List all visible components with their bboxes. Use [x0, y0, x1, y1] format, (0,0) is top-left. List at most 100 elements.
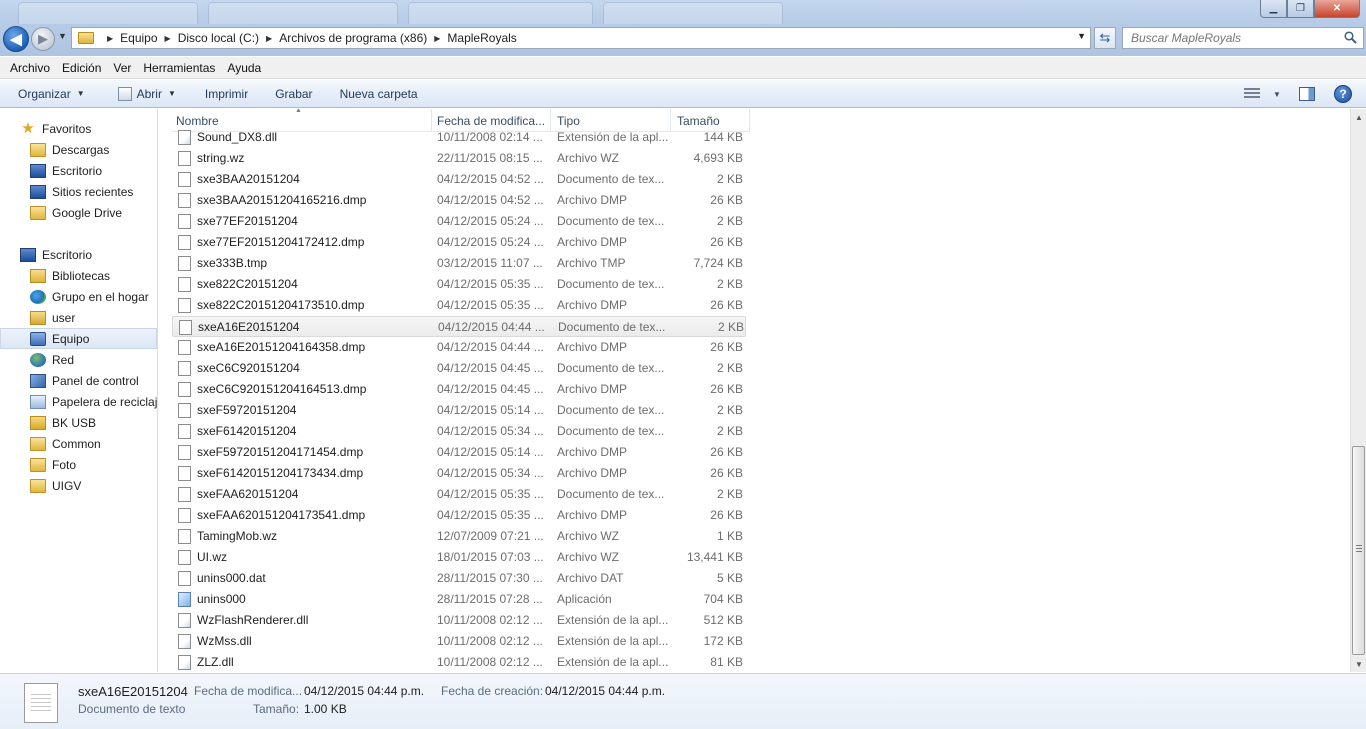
change-view-button[interactable]: ▼: [1244, 84, 1281, 104]
nav-item-common[interactable]: Common: [0, 433, 157, 454]
vertical-scrollbar[interactable]: ▲ ▼: [1350, 109, 1366, 672]
file-row[interactable]: sxe77EF20151204172412.dmp 04/12/2015 05:2…: [172, 232, 746, 253]
minimize-button[interactable]: ▁: [1260, 0, 1287, 18]
file-row[interactable]: Sound_DX8.dll 10/11/2008 02:14 ... Extensi…: [172, 127, 746, 148]
breadcrumb-disco-local[interactable]: Disco local (C:): [178, 31, 259, 45]
address-history-dropdown[interactable]: ▼: [1077, 31, 1086, 41]
file-row[interactable]: WzMss.dll 10/11/2008 02:12 ... Extensión d…: [172, 631, 746, 652]
nav-item-papelera[interactable]: Papelera de reciclaje: [0, 391, 157, 412]
forward-button[interactable]: ▶: [31, 27, 55, 51]
back-button[interactable]: ◀: [3, 26, 29, 52]
scroll-thumb[interactable]: [1352, 446, 1365, 655]
file-row[interactable]: string.wz 22/11/2015 08:15 ... Archivo WZ 4…: [172, 148, 746, 169]
details-created-value: 04/12/2015 04:44 p.m.: [545, 684, 666, 698]
nav-item-red[interactable]: Red: [0, 349, 157, 370]
column-header-size[interactable]: Tamaño: [677, 114, 720, 128]
nav-item-escritorio-fav[interactable]: Escritorio: [0, 160, 157, 181]
open-button[interactable]: Abrir ▼: [94, 80, 185, 107]
file-name: sxeF59720151204: [197, 403, 297, 417]
recent-pages-button[interactable]: ▼: [58, 31, 67, 41]
maximize-button[interactable]: ❐: [1287, 0, 1314, 18]
breadcrumb-separator-icon[interactable]: ▶: [165, 34, 171, 43]
file-row[interactable]: WzFlashRenderer.dll 10/11/2008 02:12 ... E…: [172, 610, 746, 631]
scroll-up-button[interactable]: ▲: [1351, 109, 1366, 125]
file-row[interactable]: sxeFAA620151204 04/12/2015 05:35 ... Docum…: [172, 484, 746, 505]
file-row[interactable]: sxe822C20151204 04/12/2015 05:35 ... Docum…: [172, 274, 746, 295]
nav-item-google-drive[interactable]: Google Drive: [0, 202, 157, 223]
file-row[interactable]: sxeF61420151204173434.dmp 04/12/2015 05:3…: [172, 463, 746, 484]
column-header-type[interactable]: Tipo: [557, 114, 580, 128]
menu-ver[interactable]: Ver: [107, 61, 137, 75]
nav-item-panel-control[interactable]: Panel de control: [0, 370, 157, 391]
file-type: Documento de tex...: [557, 214, 665, 228]
file-date: 22/11/2015 08:15 ...: [437, 151, 543, 165]
file-row[interactable]: ZLZ.dll 10/11/2008 02:12 ... Extensión de …: [172, 652, 746, 672]
search-input[interactable]: [1123, 28, 1333, 48]
nav-item-foto[interactable]: Foto: [0, 454, 157, 475]
breadcrumb-equipo[interactable]: Equipo: [120, 31, 157, 45]
details-file-type: Documento de texto: [78, 702, 186, 716]
file-size: 2 KB: [716, 277, 743, 291]
file-row[interactable]: sxe333B.tmp 03/12/2015 11:07 ... Archivo T…: [172, 253, 746, 274]
file-name: sxe3BAA20151204: [197, 172, 300, 186]
file-row[interactable]: sxeC6C920151204164513.dmp 04/12/2015 04:4…: [172, 379, 746, 400]
search-box[interactable]: [1122, 27, 1364, 49]
view-icon: [1244, 88, 1260, 100]
file-date: 28/11/2015 07:28 ...: [437, 592, 543, 606]
nav-item-equipo[interactable]: Equipo: [0, 328, 157, 349]
file-row[interactable]: sxe3BAA20151204 04/12/2015 04:52 ... Docum…: [172, 169, 746, 190]
menu-archivo[interactable]: Archivo: [4, 61, 56, 75]
close-button[interactable]: ✕: [1314, 0, 1360, 18]
column-header-date[interactable]: Fecha de modifica...: [437, 114, 545, 128]
nav-item-bibliotecas[interactable]: Bibliotecas: [0, 265, 157, 286]
breadcrumb-archivos-de-programa[interactable]: Archivos de programa (x86): [279, 31, 427, 45]
address-bar[interactable]: ▶ Equipo ▶ Disco local (C:) ▶ Archivos d…: [71, 27, 1091, 49]
print-button[interactable]: Imprimir: [185, 80, 257, 107]
file-row[interactable]: sxeC6C920151204 04/12/2015 04:45 ... Docum…: [172, 358, 746, 379]
file-row[interactable]: sxeFAA620151204173541.dmp 04/12/2015 05:3…: [172, 505, 746, 526]
menu-edicion[interactable]: Edición: [56, 61, 107, 75]
nav-item-favoritos[interactable]: ★ Favoritos: [0, 118, 157, 139]
preview-pane-button[interactable]: [1299, 84, 1315, 104]
file-row[interactable]: TamingMob.wz 12/07/2009 07:21 ... Archivo …: [172, 526, 746, 547]
new-folder-button[interactable]: Nueva carpeta: [322, 80, 427, 107]
file-row[interactable]: unins000.dat 28/11/2015 07:30 ... Archivo …: [172, 568, 746, 589]
menu-herramientas[interactable]: Herramientas: [137, 61, 221, 75]
help-button[interactable]: ?: [1334, 84, 1352, 104]
breadcrumb-separator-icon[interactable]: ▶: [266, 34, 272, 43]
recycle-bin-icon: [30, 394, 46, 409]
organize-button[interactable]: Organizar ▼: [0, 80, 94, 107]
file-row[interactable]: UI.wz 18/01/2015 07:03 ... Archivo WZ 13,44…: [172, 547, 746, 568]
refresh-icon: ⇆: [1099, 30, 1111, 45]
file-row[interactable]: sxe822C20151204173510.dmp 04/12/2015 05:3…: [172, 295, 746, 316]
column-separator[interactable]: [749, 109, 750, 132]
nav-item-bk-usb[interactable]: BK USB: [0, 412, 157, 433]
breadcrumb-separator-icon[interactable]: ▶: [434, 34, 440, 43]
burn-button[interactable]: Grabar: [257, 80, 321, 107]
scroll-down-button[interactable]: ▼: [1351, 656, 1366, 672]
file-row[interactable]: sxeA16E20151204 04/12/2015 04:44 ... Docum…: [172, 316, 746, 337]
nav-item-sitios-recientes[interactable]: Sitios recientes: [0, 181, 157, 202]
nav-item-escritorio[interactable]: Escritorio: [0, 244, 157, 265]
file-row[interactable]: sxeF61420151204 04/12/2015 05:34 ... Docum…: [172, 421, 746, 442]
menu-ayuda[interactable]: Ayuda: [221, 61, 267, 75]
breadcrumb-separator-icon[interactable]: ▶: [107, 34, 113, 43]
file-row[interactable]: sxeF59720151204 04/12/2015 05:14 ... Docum…: [172, 400, 746, 421]
nav-item-user[interactable]: user: [0, 307, 157, 328]
details-file-name: sxeA16E20151204: [78, 684, 188, 699]
breadcrumb-mapleroyals[interactable]: MapleRoyals: [447, 31, 516, 45]
nav-item-grupo-hogar[interactable]: Grupo en el hogar: [0, 286, 157, 307]
column-header-name[interactable]: Nombre: [176, 114, 219, 128]
file-row[interactable]: sxe3BAA20151204165216.dmp 04/12/2015 04:5…: [172, 190, 746, 211]
refresh-button[interactable]: ⇆: [1094, 27, 1116, 49]
folder-icon: [30, 436, 46, 451]
search-icon[interactable]: [1344, 31, 1357, 44]
file-row[interactable]: sxeA16E20151204164358.dmp 04/12/2015 04:4…: [172, 337, 746, 358]
nav-item-descargas[interactable]: Descargas: [0, 139, 157, 160]
file-row[interactable]: unins000 28/11/2015 07:28 ... Aplicación 70…: [172, 589, 746, 610]
file-row[interactable]: sxe77EF20151204 04/12/2015 05:24 ... Docum…: [172, 211, 746, 232]
file-row[interactable]: sxeF59720151204171454.dmp 04/12/2015 05:1…: [172, 442, 746, 463]
nav-item-uigv[interactable]: UIGV: [0, 475, 157, 496]
file-name: sxeF59720151204171454.dmp: [197, 445, 364, 459]
organize-label: Organizar: [18, 86, 71, 101]
